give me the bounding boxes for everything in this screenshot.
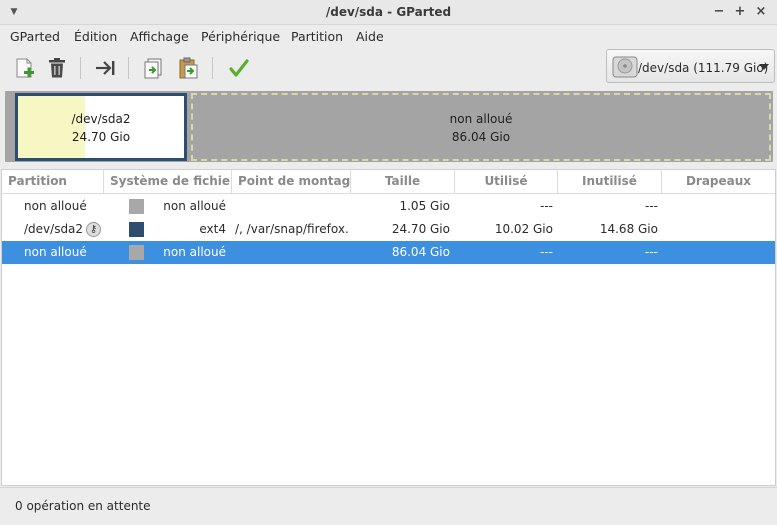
table-header: Partition Système de fichiers Point de m… <box>2 170 775 194</box>
row-used: --- <box>540 199 553 213</box>
menu-aide[interactable]: Aide <box>356 29 384 44</box>
new-partition-button[interactable] <box>10 54 38 82</box>
row-unused: 14.68 Gio <box>599 222 658 236</box>
column-header-flags[interactable]: Drapeaux <box>662 170 775 194</box>
apply-check-icon <box>229 59 249 77</box>
row-partition: non alloué <box>24 245 87 259</box>
table-row[interactable]: /dev/sda2 ⚷ ext4 /, /var/snap/firefox… 2… <box>2 218 775 241</box>
copy-icon <box>144 58 162 79</box>
delete-partition-button[interactable] <box>43 54 71 82</box>
toolbar-separator <box>80 57 81 79</box>
row-partition: /dev/sda2 <box>24 222 84 236</box>
row-used: 10.02 Gio <box>494 222 553 236</box>
minimize-button[interactable]: − <box>711 4 727 20</box>
copy-button[interactable] <box>140 54 168 82</box>
column-header-filesystem[interactable]: Système de fichiers <box>104 170 232 194</box>
used-space-fill <box>18 96 86 158</box>
row-size: 1.05 Gio <box>399 199 450 213</box>
pending-operations-status: 0 opération en attente <box>15 499 151 513</box>
paste-icon <box>179 57 198 79</box>
menu-peripherique[interactable]: Périphérique <box>201 29 280 44</box>
diskmap-partition-name: /dev/sda2 <box>71 112 131 126</box>
column-header-used[interactable]: Utilisé <box>455 170 558 194</box>
table-row-selected[interactable]: non alloué non alloué 86.04 Gio --- --- <box>2 241 775 264</box>
paste-button[interactable] <box>174 54 202 82</box>
maximize-button[interactable]: + <box>732 4 748 20</box>
toolbar: /dev/sda (111.79 Gio) <box>0 48 777 88</box>
menu-partition[interactable]: Partition <box>291 29 343 44</box>
lock-key-icon: ⚷ <box>86 222 101 237</box>
filesystem-color-swatch <box>129 222 144 237</box>
title-bar: ▼ /dev/sda - GParted − + × <box>0 0 777 25</box>
row-size: 24.70 Gio <box>391 222 450 236</box>
row-unused: --- <box>645 245 658 259</box>
row-size: 86.04 Gio <box>391 245 450 259</box>
row-filesystem: non alloué <box>163 245 226 259</box>
diskmap-partition-unallocated[interactable]: non alloué 86.04 Gio <box>191 93 771 161</box>
status-bar: 0 opération en attente <box>0 487 777 525</box>
apply-button[interactable] <box>225 54 253 82</box>
row-mountpoint: /, /var/snap/firefox… <box>235 222 349 236</box>
filesystem-color-swatch <box>129 245 144 260</box>
column-header-unused[interactable]: Inutilisé <box>558 170 662 194</box>
diskmap-partition-size: 24.70 Gio <box>71 130 131 144</box>
filesystem-color-swatch <box>129 199 144 214</box>
window-title: /dev/sda - GParted <box>325 5 452 19</box>
hard-disk-icon <box>612 56 638 78</box>
menu-gparted[interactable]: GParted <box>10 29 60 44</box>
row-partition: non alloué <box>24 199 87 213</box>
row-filesystem: non alloué <box>163 199 226 213</box>
device-selector[interactable]: /dev/sda (111.79 Gio) <box>606 49 775 83</box>
column-header-size[interactable]: Taille <box>351 170 455 194</box>
menu-bar: GParted Édition Affichage Périphérique P… <box>0 25 777 48</box>
diskmap-free-size: 86.04 Gio <box>451 130 511 144</box>
apply-to-end-icon <box>96 61 115 75</box>
row-unused: --- <box>645 199 658 213</box>
partition-table: Partition Système de fichiers Point de m… <box>1 169 776 486</box>
menu-edition[interactable]: Édition <box>74 29 117 44</box>
column-header-mountpoint[interactable]: Point de montage <box>232 170 351 194</box>
menu-affichage[interactable]: Affichage <box>130 29 189 44</box>
diskmap-partition-sda2[interactable]: /dev/sda2 24.70 Gio <box>15 93 187 161</box>
delete-partition-icon <box>49 58 65 78</box>
device-selector-label: /dev/sda (111.79 Gio) <box>638 61 769 75</box>
chevron-down-icon <box>759 64 769 70</box>
resize-move-button[interactable] <box>91 54 119 82</box>
close-button[interactable]: × <box>753 4 769 20</box>
toolbar-separator <box>212 57 213 79</box>
diskmap-free-name: non alloué <box>449 112 513 126</box>
new-partition-icon <box>16 58 34 78</box>
table-row[interactable]: non alloué non alloué 1.05 Gio --- --- <box>2 195 775 218</box>
row-used: --- <box>540 245 553 259</box>
column-header-partition[interactable]: Partition <box>2 170 104 194</box>
row-filesystem: ext4 <box>199 222 226 236</box>
toolbar-separator <box>128 57 129 79</box>
